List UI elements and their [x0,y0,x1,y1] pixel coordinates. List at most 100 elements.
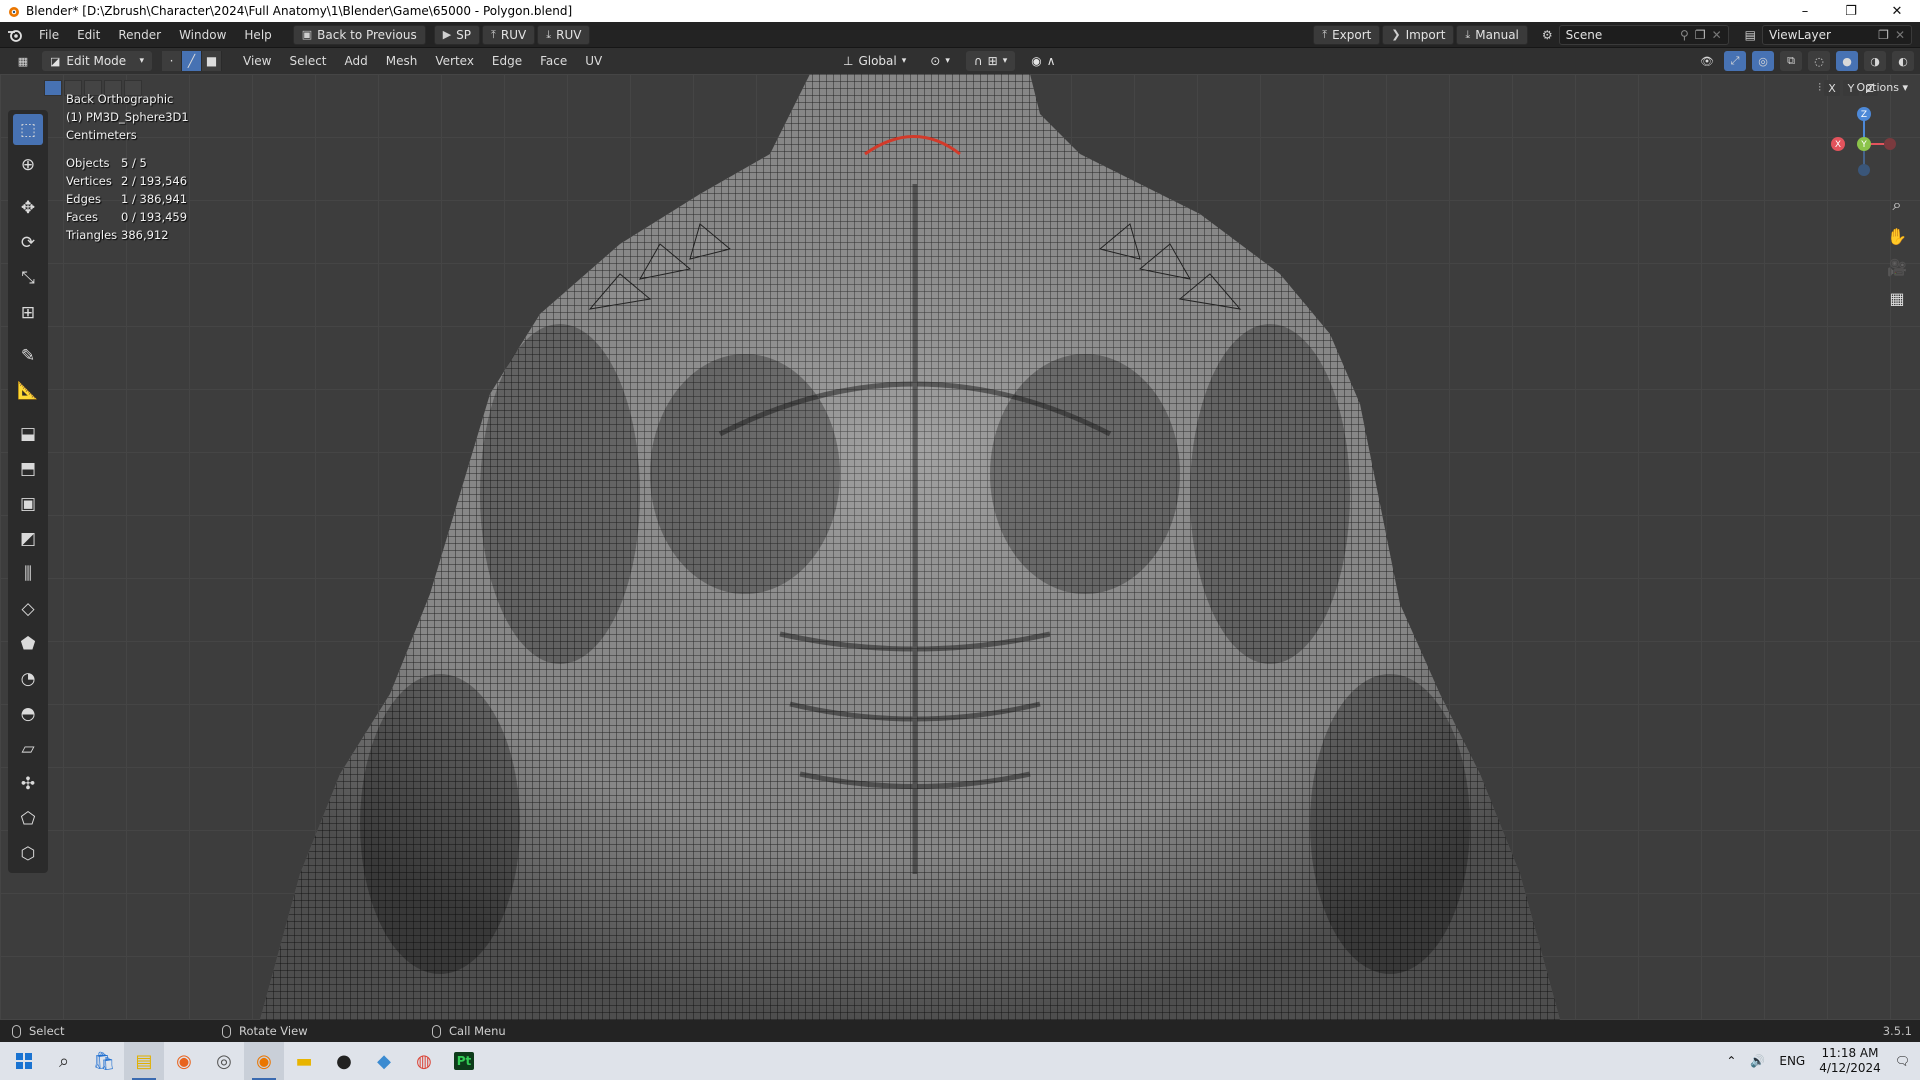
shrink-fatten-tool-icon[interactable]: ✣ [13,768,43,799]
vertex-select-icon[interactable]: · [162,51,182,71]
export-button[interactable]: ⤒ Export [1313,24,1381,45]
manual-button[interactable]: ⤓ Manual [1456,24,1528,45]
blender-taskbar-icon[interactable]: ◉ [244,1042,284,1080]
vp-menu-edge[interactable]: Edge [483,54,531,68]
mirror-x-toggle[interactable]: X [1824,80,1840,96]
new-viewlayer-icon[interactable]: ❐ [1878,28,1889,42]
annotate-tool-icon[interactable]: ✎ [13,340,43,371]
menu-help[interactable]: Help [235,28,280,42]
rendered-shading-icon[interactable]: ◐ [1892,51,1914,71]
new-scene-icon[interactable]: ❐ [1695,28,1706,42]
vp-menu-select[interactable]: Select [280,54,335,68]
close-button[interactable]: ✕ [1874,0,1920,22]
ruv-import-button[interactable]: ⤓ RUV [537,24,591,45]
blender-logo-icon[interactable] [0,28,30,42]
menu-render[interactable]: Render [109,28,170,42]
menu-window[interactable]: Window [170,28,235,42]
options-dropdown[interactable]: Options ▾ [1853,80,1912,95]
solid-shading-icon[interactable]: ● [1836,51,1858,71]
scale-tool-icon[interactable]: ⤡ [13,262,43,293]
ortho-grid-icon[interactable]: ▦ [1886,287,1908,309]
edge-slide-tool-icon[interactable]: ▱ [13,733,43,764]
cursor-tool-icon[interactable]: ⊕ [13,149,43,180]
notes-app-icon[interactable]: ◆ [364,1042,404,1080]
import-button[interactable]: ❯ Import [1382,24,1455,45]
navigation-gizmo[interactable]: Z Y X [1814,104,1914,184]
vp-menu-face[interactable]: Face [531,54,576,68]
ruv-export-button[interactable]: ⤒ RUV [482,24,536,45]
tray-expand-icon[interactable]: ⌃ [1726,1054,1736,1068]
firefox-icon[interactable]: ◉ [164,1042,204,1080]
material-shading-icon[interactable]: ◑ [1864,51,1886,71]
face-select-icon[interactable]: ■ [202,51,222,71]
gizmo-neg-x-axis[interactable] [1884,138,1896,150]
xray-toggle-icon[interactable]: ⧉ [1780,51,1802,71]
file-explorer-icon[interactable]: ▬ [284,1042,324,1080]
restore-button[interactable]: ❐ [1828,0,1874,22]
remove-scene-icon[interactable]: ✕ [1712,28,1722,42]
vp-menu-view[interactable]: View [234,54,280,68]
language-indicator[interactable]: ENG [1779,1054,1805,1068]
vp-menu-add[interactable]: Add [336,54,377,68]
menu-edit[interactable]: Edit [68,28,109,42]
proportional-editing-toggle[interactable]: ◉ ∧ [1023,51,1063,71]
windows-start-icon[interactable] [4,1042,44,1080]
add-cube-tool-icon[interactable]: ⬓ [13,418,43,449]
3d-viewport[interactable]: ⬚ ⊕ ✥ ⟳ ⤡ ⊞ ✎ 📐 ⬓ ⬒ ▣ ◩ ⫼ ◇ ⬟ ◔ ◓ ▱ ✣ ⬠ … [0,74,1920,1020]
loop-cut-tool-icon[interactable]: ⫼ [13,558,43,589]
media-app-icon[interactable]: ● [324,1042,364,1080]
volume-icon[interactable]: 🔊 [1750,1054,1765,1068]
davinci-icon[interactable]: ◎ [204,1042,244,1080]
viewlayer-icon[interactable]: ▤ [1745,28,1756,42]
search-icon[interactable]: ⌕ [44,1042,84,1080]
remove-viewlayer-icon[interactable]: ✕ [1895,28,1905,42]
vp-menu-vertex[interactable]: Vertex [426,54,483,68]
camera-view-icon[interactable]: 🎥 [1886,256,1908,278]
select-box-tool-icon[interactable]: ⬚ [13,114,43,145]
minimize-button[interactable]: – [1782,0,1828,22]
scene-selector[interactable]: Scene ⚲ ❐ ✕ [1558,24,1729,45]
measure-tool-icon[interactable]: 📐 [13,375,43,406]
rotate-tool-icon[interactable]: ⟳ [13,227,43,258]
spin-tool-icon[interactable]: ◔ [13,663,43,694]
transform-tool-icon[interactable]: ⊞ [13,297,43,328]
overlay-toggle-icon[interactable]: ◎ [1752,51,1774,71]
inset-tool-icon[interactable]: ▣ [13,488,43,519]
pivot-dropdown[interactable]: ⊙ ▾ [922,51,958,71]
editor-type-icon[interactable]: ▦ [12,51,34,71]
menu-file[interactable]: File [30,28,68,42]
clock[interactable]: 11:18 AM 4/12/2024 [1819,1046,1881,1076]
orientation-dropdown[interactable]: ⊥ Global ▾ [835,51,914,71]
smooth-tool-icon[interactable]: ◓ [13,698,43,729]
bevel-tool-icon[interactable]: ◩ [13,523,43,554]
move-tool-icon[interactable]: ✥ [13,192,43,223]
poly-build-tool-icon[interactable]: ⬟ [13,628,43,659]
chrome-icon[interactable]: ◍ [404,1042,444,1080]
vp-menu-mesh[interactable]: Mesh [377,54,427,68]
select-new-icon[interactable] [44,80,62,96]
scene-icon[interactable]: ⚙ [1542,28,1553,42]
manual-download-icon: ⤓ [1465,27,1471,41]
rip-region-tool-icon[interactable]: ⬡ [13,838,43,869]
vp-menu-uv[interactable]: UV [576,54,611,68]
substance-painter-icon[interactable]: Pt [444,1042,484,1080]
knife-tool-icon[interactable]: ◇ [13,593,43,624]
explorer-app-icon[interactable]: ▤ [124,1042,164,1080]
back-to-previous-button[interactable]: ▣ Back to Previous [292,24,426,45]
visibility-icon[interactable]: 👁 [1696,51,1718,71]
snap-toggle[interactable]: ∩ ⊞ ▾ [965,51,1016,71]
shear-tool-icon[interactable]: ⬠ [13,803,43,834]
edge-select-icon[interactable]: ╱ [182,51,202,71]
gizmo-neg-z-axis[interactable] [1858,164,1870,176]
store-icon[interactable]: 🛍 [84,1042,124,1080]
gizmo-toggle-icon[interactable]: ⤢ [1724,51,1746,71]
extrude-tool-icon[interactable]: ⬒ [13,453,43,484]
wireframe-shading-icon[interactable]: ◌ [1808,51,1830,71]
zoom-icon[interactable]: ⌕ [1886,194,1908,216]
mode-dropdown[interactable]: ◪ Edit Mode ▾ [42,51,152,71]
sp-button[interactable]: ▶ SP [433,24,481,45]
notification-icon[interactable]: 🗨 [1895,1054,1910,1068]
viewlayer-selector[interactable]: ViewLayer ❐ ✕ [1762,24,1912,45]
pan-hand-icon[interactable]: ✋ [1886,225,1908,247]
pin-icon[interactable]: ⚲ [1680,28,1689,42]
